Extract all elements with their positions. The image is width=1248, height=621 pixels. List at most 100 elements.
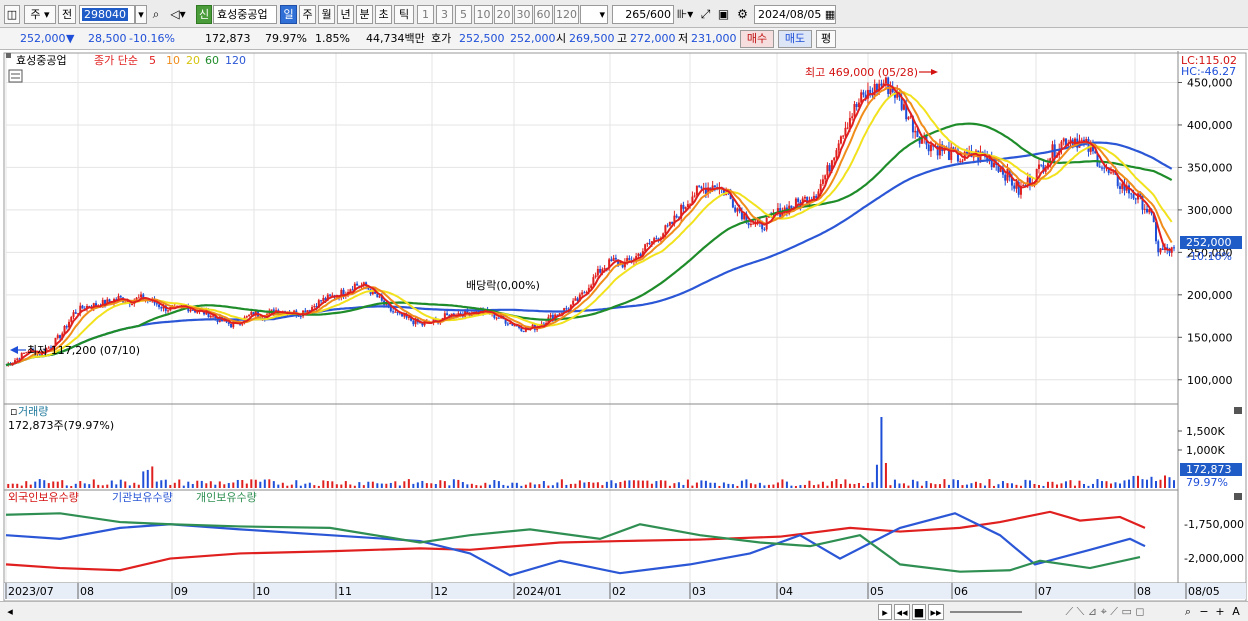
date-tick-label: 04 bbox=[779, 585, 793, 598]
volume-bar bbox=[871, 482, 874, 488]
bid-price: 252,000 bbox=[510, 32, 556, 45]
volume-bar bbox=[398, 485, 401, 488]
auto-scale-button[interactable]: A bbox=[1230, 604, 1242, 620]
date-field[interactable]: 2024/08/05 ▦ bbox=[754, 5, 836, 24]
window-menu-icon[interactable]: ◫ bbox=[4, 5, 20, 24]
minute-preset-60[interactable]: 60 bbox=[534, 5, 553, 24]
holdings-panel-close-icon[interactable] bbox=[1234, 493, 1242, 500]
nav-last-button[interactable]: ▸▸ bbox=[928, 604, 944, 620]
zoom-out-button[interactable]: − bbox=[1198, 604, 1210, 620]
candle-count-field[interactable]: 265/600 bbox=[612, 5, 674, 24]
nav-first-button[interactable]: ◂◂ bbox=[894, 604, 910, 620]
volume-bar bbox=[866, 482, 869, 488]
scroll-left-icon[interactable]: ◂ bbox=[4, 604, 16, 620]
zoom-slider[interactable] bbox=[950, 604, 1022, 620]
volume-bar bbox=[763, 485, 766, 488]
candle-body bbox=[320, 300, 323, 302]
candle-body bbox=[713, 185, 716, 188]
candle-body bbox=[833, 157, 836, 161]
tab-tick[interactable]: 틱 bbox=[394, 5, 414, 24]
minute-preset-30[interactable]: 30 bbox=[514, 5, 533, 24]
tab-year[interactable]: 년 bbox=[337, 5, 354, 24]
volume-bar bbox=[515, 482, 518, 488]
price-change: 28,500 bbox=[88, 32, 127, 45]
zoom-in-button[interactable]: + bbox=[1214, 604, 1226, 620]
sell-button[interactable]: 매도 bbox=[778, 30, 812, 48]
nav-stop-button[interactable]: ■ bbox=[912, 604, 926, 620]
minute-preset-1[interactable]: 1 bbox=[417, 5, 434, 24]
draw-tool-icon[interactable]: ⤢ bbox=[697, 6, 714, 25]
custom-period-select[interactable]: ▾ bbox=[580, 5, 608, 24]
nav-next-button[interactable]: ▸ bbox=[878, 604, 892, 620]
volume-bar bbox=[997, 484, 1000, 488]
volume-bar bbox=[700, 480, 703, 488]
volume-panel-close-icon[interactable] bbox=[1234, 407, 1242, 414]
volume-bar bbox=[7, 483, 10, 488]
volume-bar bbox=[673, 483, 676, 488]
volume-bar bbox=[686, 479, 689, 488]
down-arrow-icon: ▼ bbox=[66, 32, 75, 45]
gear-icon[interactable]: ⚙ bbox=[734, 6, 751, 25]
volume-bar bbox=[781, 479, 784, 488]
volume-bar bbox=[551, 485, 554, 488]
candle-body bbox=[596, 268, 599, 276]
minute-preset-120[interactable]: 120 bbox=[554, 5, 579, 24]
stock-chart[interactable]: 효성중공업 종가 단순 5 10 20 60 120 LC:115.02 HC:… bbox=[0, 51, 1248, 601]
candle-body bbox=[392, 311, 395, 313]
volume-value: 172,873 bbox=[205, 32, 251, 45]
zoom-search-icon[interactable]: ⌕ bbox=[1182, 604, 1194, 620]
market-select[interactable]: 주 ▾ bbox=[24, 5, 56, 24]
minute-preset-20[interactable]: 20 bbox=[494, 5, 513, 24]
volume-bar bbox=[416, 482, 419, 488]
volume-bar bbox=[799, 485, 802, 488]
minute-preset-5[interactable]: 5 bbox=[455, 5, 472, 24]
calendar-icon[interactable]: ▦ bbox=[825, 8, 835, 21]
volume-bar bbox=[970, 483, 973, 488]
tab-day[interactable]: 일 bbox=[280, 5, 297, 24]
price-tick-label: 300,000 bbox=[1187, 204, 1233, 217]
chart-type-icon[interactable]: ⊪▾ bbox=[676, 6, 694, 25]
volume-bar bbox=[205, 483, 208, 488]
buy-button[interactable]: 매수 bbox=[740, 30, 774, 48]
volume-bar bbox=[88, 484, 91, 488]
volume-bar bbox=[830, 481, 833, 488]
candle-body bbox=[1159, 248, 1162, 253]
tab-second[interactable]: 초 bbox=[375, 5, 392, 24]
volume-bar bbox=[979, 483, 982, 488]
tab-minute[interactable]: 분 bbox=[356, 5, 373, 24]
price-tick-label: 350,000 bbox=[1187, 161, 1233, 174]
candle-body bbox=[245, 316, 248, 318]
code-dropdown-icon[interactable]: ▾ bbox=[135, 5, 147, 24]
save-icon[interactable]: ▣ bbox=[715, 6, 732, 25]
volume-bar bbox=[646, 480, 649, 488]
tab-month[interactable]: 월 bbox=[318, 5, 335, 24]
grid-toggle-icon[interactable] bbox=[8, 69, 23, 83]
volume-bar bbox=[38, 479, 41, 488]
sound-icon[interactable]: ◁▾ bbox=[165, 6, 191, 25]
minute-preset-3[interactable]: 3 bbox=[436, 5, 453, 24]
volume-bar bbox=[1087, 485, 1090, 488]
date-value: 2024/08/05 bbox=[758, 8, 822, 21]
minute-preset-10[interactable]: 10 bbox=[474, 5, 493, 24]
search-icon[interactable]: ⌕ bbox=[148, 6, 164, 25]
candle-body bbox=[16, 358, 19, 361]
volume-ratio: 79.97% bbox=[265, 32, 307, 45]
candle-body bbox=[828, 165, 831, 172]
volume-bar bbox=[664, 480, 667, 488]
period-mode-button[interactable]: 전 bbox=[58, 5, 76, 24]
volume-bar bbox=[578, 480, 581, 488]
candle-body bbox=[1087, 139, 1090, 152]
date-tick-label: 2024/01 bbox=[516, 585, 562, 598]
eval-button[interactable]: 평 bbox=[816, 30, 836, 48]
volume-bar bbox=[155, 481, 158, 488]
candle-body bbox=[230, 323, 233, 328]
drawing-tools-icon[interactable]: ⟋ ⟍ ⊿ ⌖ ⟋ ▭ ◻ bbox=[1030, 604, 1180, 620]
volume-bar bbox=[317, 485, 320, 488]
volume-bar bbox=[565, 484, 568, 488]
tab-week[interactable]: 주 bbox=[299, 5, 316, 24]
candle-body bbox=[655, 238, 658, 240]
candle-body bbox=[270, 309, 273, 311]
candle-body bbox=[929, 144, 932, 152]
volume-bar bbox=[349, 484, 352, 488]
stock-code-input[interactable]: 298040 bbox=[79, 5, 135, 24]
